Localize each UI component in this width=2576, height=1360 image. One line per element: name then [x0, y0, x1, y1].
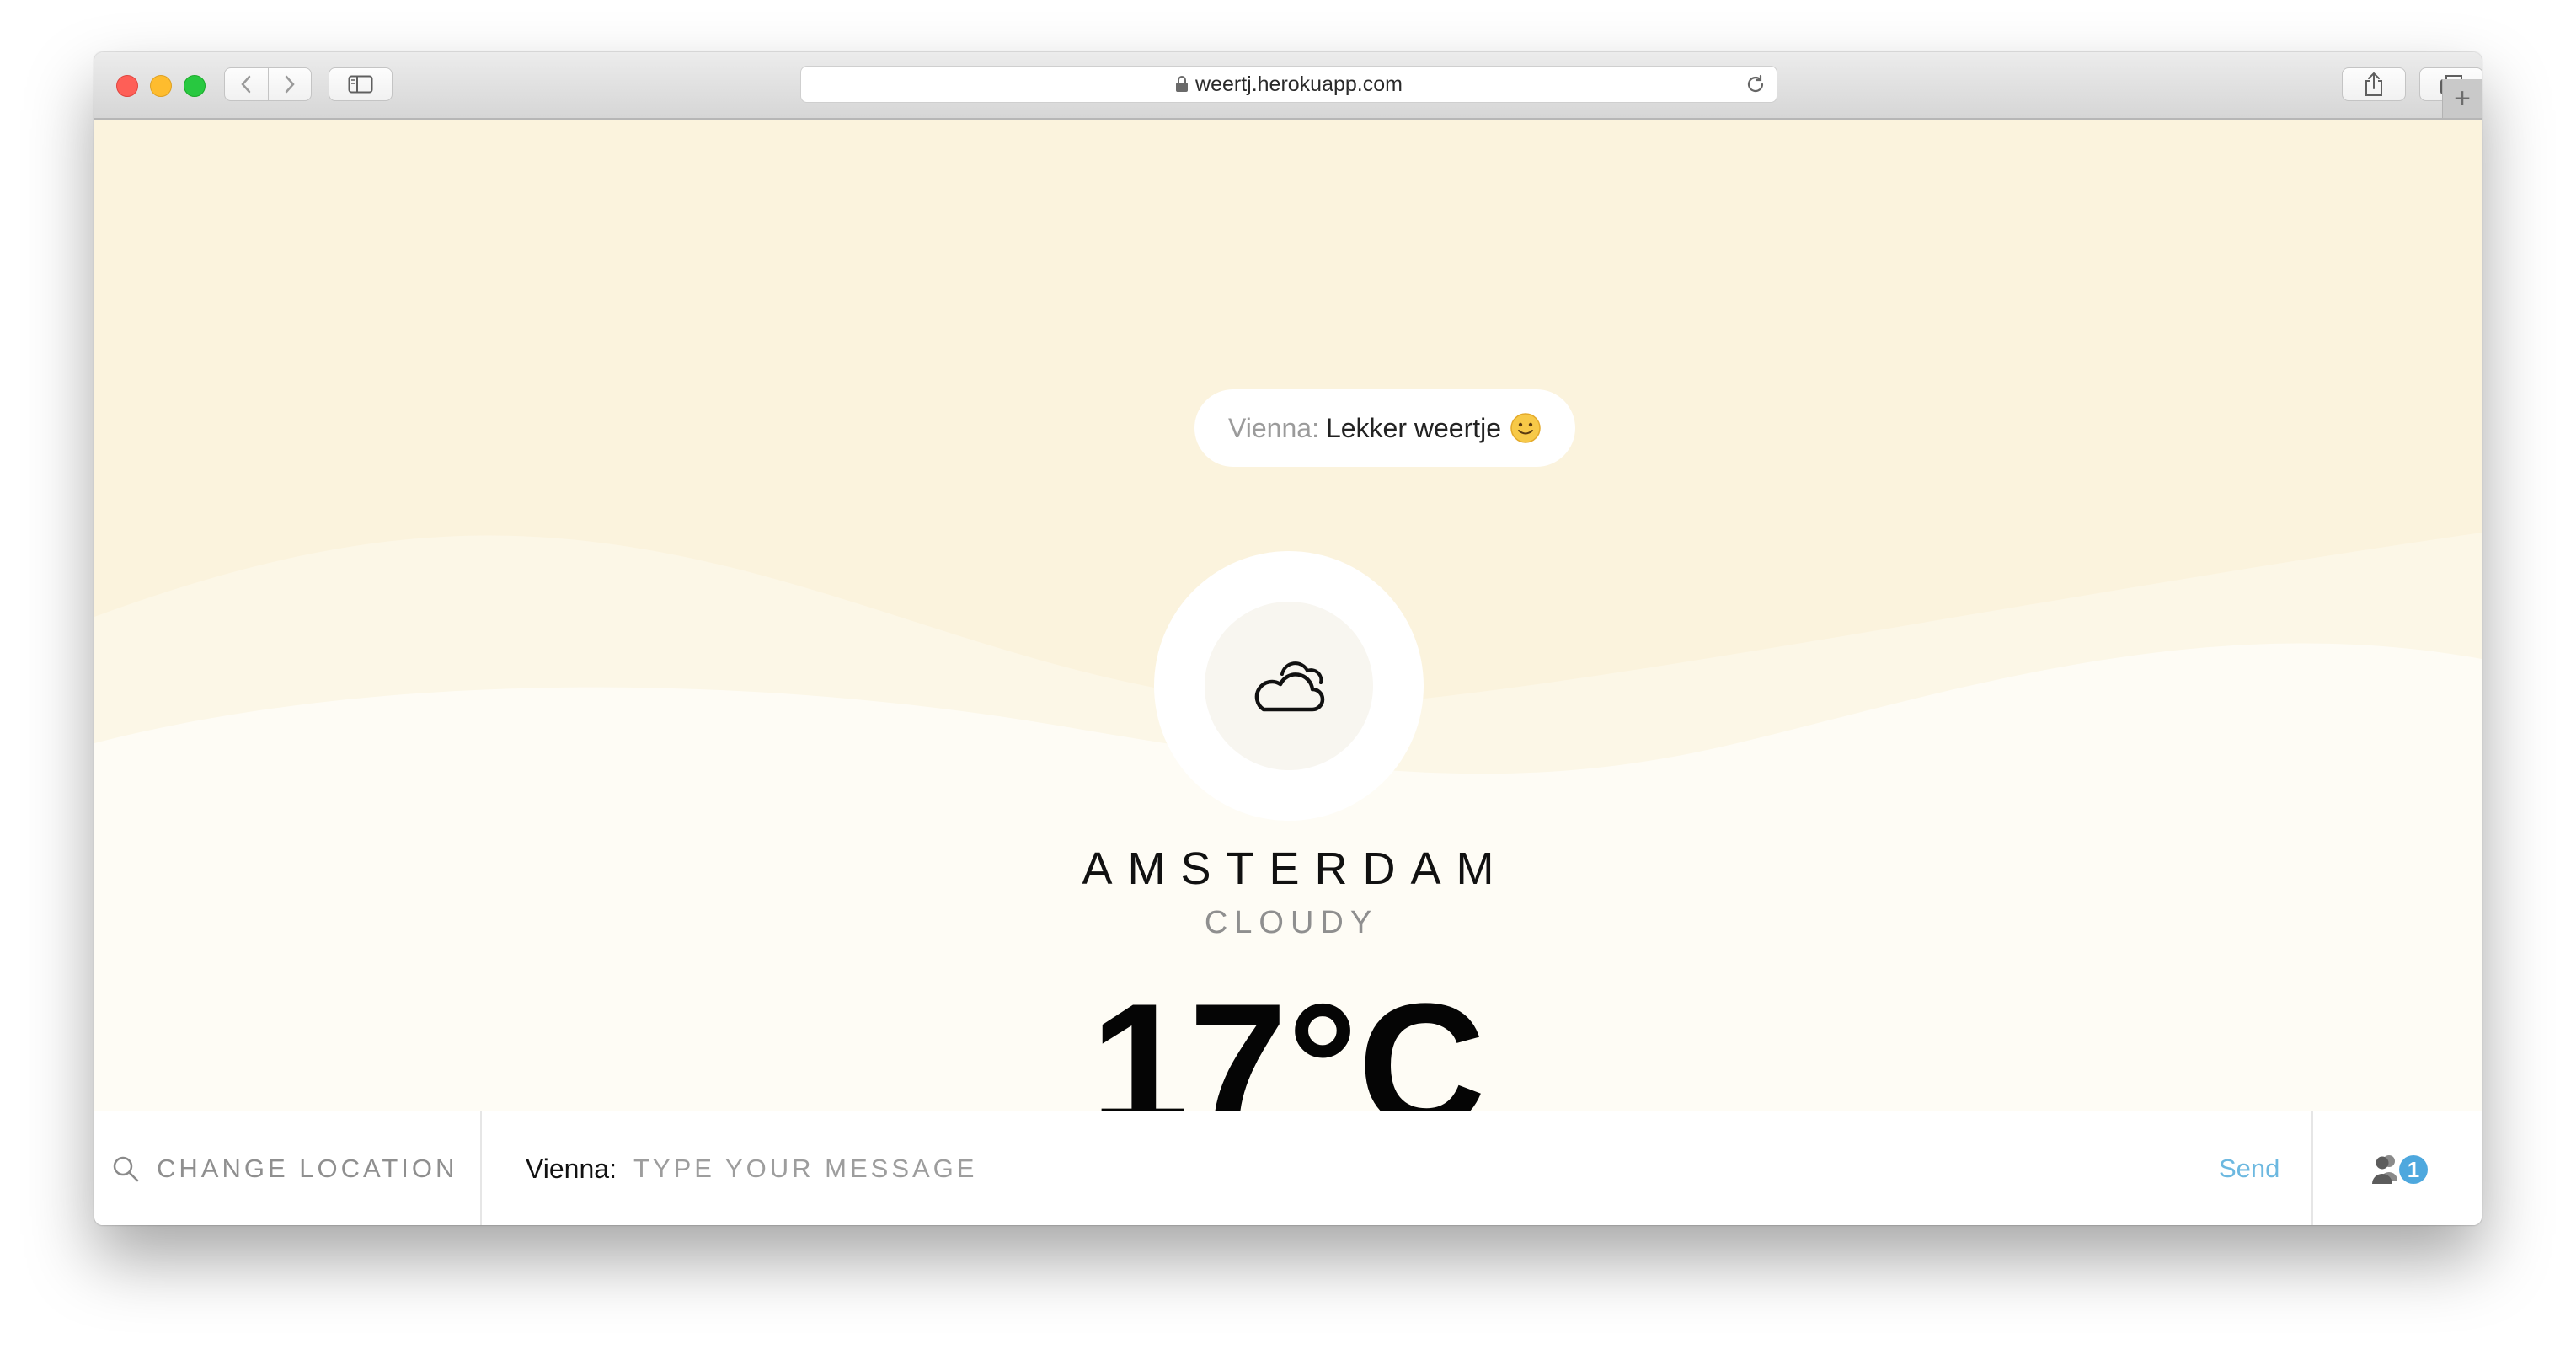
- change-location-label: CHANGE LOCATION: [157, 1154, 458, 1183]
- reload-icon: [1747, 74, 1764, 93]
- send-button[interactable]: Send: [2219, 1111, 2279, 1225]
- sidebar-icon: [348, 75, 373, 94]
- address-bar[interactable]: weertj.herokuapp.com: [800, 66, 1777, 103]
- share-icon: [2365, 72, 2382, 96]
- share-button[interactable]: [2342, 67, 2406, 101]
- back-button[interactable]: [225, 68, 268, 100]
- minimize-window-button[interactable]: [150, 75, 172, 97]
- chat-message-bubble: Vienna: Lekker weertje: [1194, 389, 1576, 467]
- online-users-button[interactable]: 1: [2311, 1111, 2482, 1225]
- title-bar: weertj.herokuapp.com +: [94, 52, 2482, 120]
- bottom-bar: CHANGE LOCATION Vienna: Send 1: [94, 1111, 2482, 1225]
- weather-icon-circle: [1154, 551, 1424, 821]
- message-composer: Vienna:: [482, 1111, 2311, 1225]
- weather-page: Vienna: Lekker weertje AMSTERDAM CLOUDY …: [94, 120, 2482, 1111]
- sidebar-toggle-button[interactable]: [329, 67, 393, 101]
- maximize-window-button[interactable]: [184, 75, 206, 97]
- city-name: AMSTERDAM: [1082, 843, 1510, 894]
- user-count-badge: 1: [2399, 1155, 2428, 1184]
- message-input[interactable]: [631, 1153, 2151, 1185]
- reload-button[interactable]: [1745, 73, 1766, 99]
- chat-sender: Vienna:: [1228, 412, 1319, 443]
- lock-icon: [1176, 76, 1189, 92]
- forward-icon: [285, 75, 295, 94]
- change-location-button[interactable]: CHANGE LOCATION: [94, 1111, 482, 1225]
- close-window-button[interactable]: [116, 75, 138, 97]
- weather-condition: CLOUDY: [1204, 905, 1379, 940]
- smiley-icon: [1510, 413, 1541, 443]
- back-icon: [241, 75, 251, 94]
- new-tab-icon: +: [2454, 82, 2471, 115]
- chat-message-text: Lekker weertje: [1325, 412, 1502, 443]
- forward-button[interactable]: [267, 68, 312, 100]
- composer-sender: Vienna:: [526, 1153, 617, 1184]
- url-text: weertj.herokuapp.com: [1195, 72, 1403, 96]
- cloud-icon: [1254, 661, 1325, 712]
- new-tab-button[interactable]: +: [2442, 79, 2482, 118]
- temperature: 17°C: [1090, 966, 1486, 1111]
- browser-window: weertj.herokuapp.com + Vienna: Lekker we…: [94, 52, 2482, 1225]
- weather-icon-inner: [1205, 602, 1373, 770]
- search-icon: [113, 1156, 139, 1182]
- navigation-buttons: [224, 67, 312, 101]
- users-icon: [2372, 1155, 2397, 1184]
